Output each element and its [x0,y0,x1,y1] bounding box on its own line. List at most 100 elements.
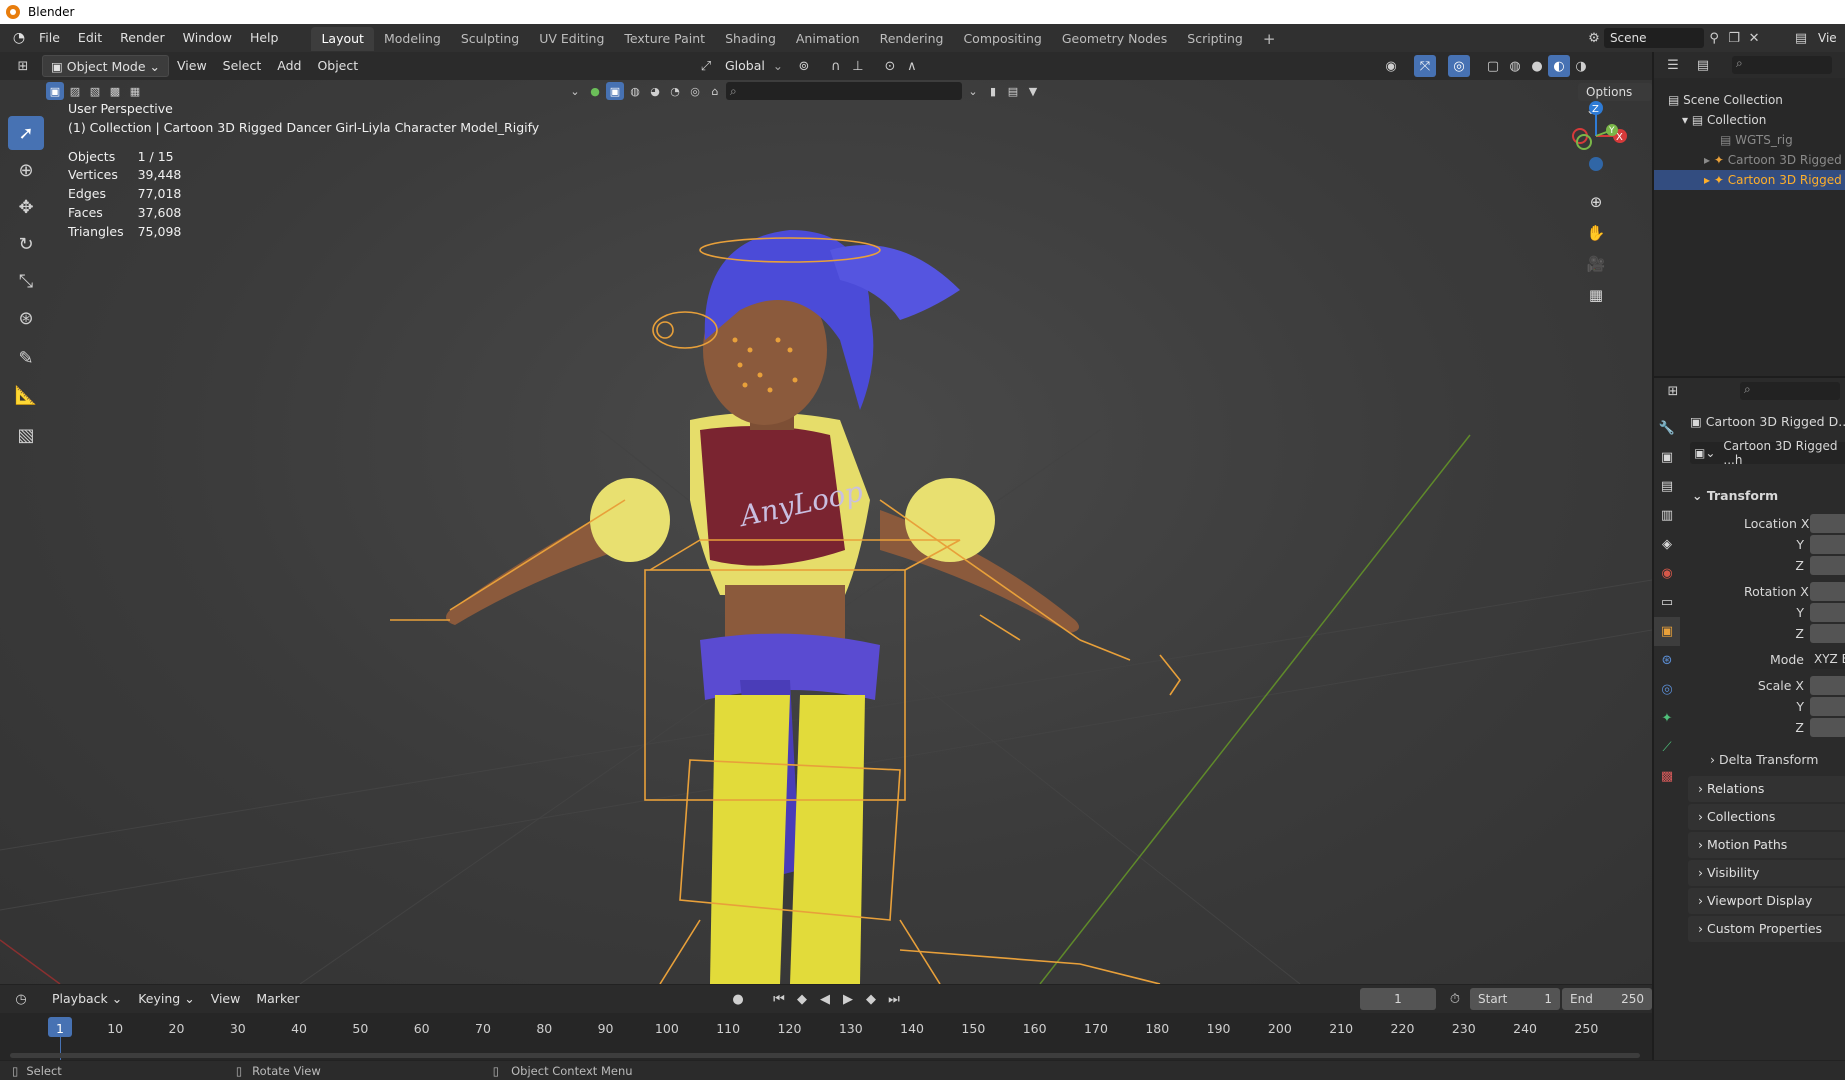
orientation-dropdown[interactable]: Global [717,55,773,77]
xray-icon[interactable]: ▢ [1482,55,1504,77]
play-icon[interactable]: ▶ [837,988,859,1010]
character-model[interactable]: AnyLoop [390,230,1181,984]
gizmo-toggle-icon[interactable]: ⤧ [1414,55,1436,77]
select-box-tool-icon[interactable]: ➚ [8,116,44,150]
properties-editor-type-icon[interactable]: ⊞ [1662,380,1684,402]
proportional-edit-icon[interactable]: ⊙ [879,55,901,77]
menu-file[interactable]: File [30,24,69,52]
menu-object[interactable]: Object [309,55,366,77]
data-name-field[interactable]: ▣⌄ Cartoon 3D Rigged ...h [1690,439,1845,467]
shading-material-icon[interactable]: ◐ [1548,55,1570,77]
transform-panel-header[interactable]: ⌄ Transform [1692,488,1778,503]
rotation-y-field[interactable] [1810,603,1845,622]
outliner-collection[interactable]: ▾ ▤ Collection [1654,110,1845,130]
rotation-z-field[interactable] [1810,624,1845,643]
menu-playback[interactable]: Playback ⌄ [44,988,130,1010]
panel-visibility[interactable]: › Visibility [1688,860,1845,886]
texture-tab-icon[interactable]: ▩ [1654,762,1680,791]
zoom-icon[interactable]: ⊕ [1582,188,1610,216]
ortho-grid-icon[interactable]: ▦ [1582,281,1610,309]
delete-scene-icon[interactable]: ✕ [1744,27,1764,49]
scene-name-field[interactable]: Scene [1603,28,1705,48]
shading-wireframe-icon[interactable]: ◍ [1504,55,1526,77]
outliner-item-selected[interactable]: ▸ ✦ Cartoon 3D Rigged D [1654,170,1845,190]
measure-tool-icon[interactable]: 📐 [8,378,44,412]
camera-view-icon[interactable]: 🎥 [1582,250,1610,278]
menu-marker[interactable]: Marker [248,988,307,1010]
outliner-editor-type-icon[interactable]: ☰ [1662,54,1684,76]
tab-layout[interactable]: Layout [311,27,374,51]
menu-help[interactable]: Help [241,24,288,52]
object-name-row[interactable]: ▣ Cartoon 3D Rigged D...h [1690,414,1845,429]
pan-hand-icon[interactable]: ✋ [1582,219,1610,247]
armature-data-tab-icon[interactable]: ✦ [1654,704,1680,733]
menu-render[interactable]: Render [111,24,174,52]
axis-gizmo[interactable]: Z X Y [1560,98,1640,178]
snap-target-icon[interactable]: ⊥ [847,55,869,77]
menu-add[interactable]: Add [269,55,309,77]
tab-texture-paint[interactable]: Texture Paint [614,27,715,51]
prev-keyframe-icon[interactable]: ◆ [791,988,813,1010]
record-icon[interactable]: ● [727,988,749,1010]
tool-tab-icon[interactable]: 🔧 [1654,414,1680,443]
menu-keying[interactable]: Keying ⌄ [130,988,202,1010]
annotate-tool-icon[interactable]: ✎ [8,341,44,375]
world-tab-icon[interactable]: ◉ [1654,559,1680,588]
display-mode-icon[interactable]: ▤ [1692,54,1714,76]
frame-ruler[interactable]: 1 10 20 30 40 50 60 70 80 90 100 110 120 130 140 150 160… [0,1013,1652,1061]
cursor-tool-icon[interactable]: ⊕ [8,153,44,187]
panel-collections[interactable]: › Collections [1688,804,1845,830]
3d-viewport[interactable]: ▣ ▨ ▧ ▩ ▦ ⌄ ● ▣ ◍ ◕ ◔ ◎ ⌂ ⌕ ⌄ ▮ ▤ ▼ Opti… [0,80,1652,984]
scale-z-field[interactable] [1810,718,1845,737]
outliner-scene-collection[interactable]: ▤ Scene Collection [1654,90,1845,110]
scale-tool-icon[interactable]: ⤡ [8,264,44,298]
jump-end-icon[interactable]: ⏭ [883,988,905,1010]
end-frame-field[interactable]: End 250 [1562,988,1652,1010]
pivot-icon[interactable]: ⊚ [793,55,815,77]
tab-animation[interactable]: Animation [786,27,870,51]
scene-tab-icon[interactable]: ◈ [1654,530,1680,559]
new-scene-icon[interactable]: ❐ [1724,27,1744,49]
panel-relations[interactable]: › Relations [1688,776,1845,802]
tab-rendering[interactable]: Rendering [870,27,954,51]
panel-custom-properties[interactable]: › Custom Properties [1688,916,1845,942]
menu-view[interactable]: View [169,55,215,77]
snap-icon[interactable]: ∩ [825,55,847,77]
add-cube-tool-icon[interactable]: ▧ [8,418,44,452]
timeline-scrollbar[interactable] [10,1053,1640,1058]
overlay-toggle-icon[interactable]: ◎ [1448,55,1470,77]
view-layer-icon[interactable]: ▤ [1790,27,1812,49]
blender-menu-icon[interactable]: ◔ [8,27,30,49]
navigation-gizmo[interactable]: Z X Y ⊕ ✋ 🎥 ▦ [1560,98,1640,304]
scene-selector-icon[interactable]: ⚙ [1584,27,1604,49]
location-y-field[interactable] [1810,535,1845,554]
collection-tab-icon[interactable]: ▭ [1654,588,1680,617]
next-keyframe-icon[interactable]: ◆ [860,988,882,1010]
move-tool-icon[interactable]: ✥ [8,190,44,224]
start-frame-field[interactable]: Start 1 [1470,988,1560,1010]
object-tab-icon[interactable]: ▣ [1654,617,1680,646]
properties-search-input[interactable]: ⌕ [1740,382,1840,400]
rotate-tool-icon[interactable]: ↻ [8,227,44,261]
menu-select[interactable]: Select [215,55,270,77]
jump-start-icon[interactable]: ⏮ [768,988,790,1010]
rotation-mode-dropdown[interactable]: XYZ E [1810,650,1845,669]
tab-uv-editing[interactable]: UV Editing [529,27,614,51]
visibility-icon[interactable]: ◉ [1380,55,1402,77]
menu-edit[interactable]: Edit [69,24,111,52]
outliner-item-wgts[interactable]: ▤ WGTS_rig [1654,130,1845,150]
modifier-tab-icon[interactable]: ⊛ [1654,646,1680,675]
view-layer-field[interactable]: Vie [1818,31,1837,45]
panel-viewport-display[interactable]: › Viewport Display [1688,888,1845,914]
shading-solid-icon[interactable]: ● [1526,55,1548,77]
scale-y-field[interactable] [1810,697,1845,716]
outliner-item-rig[interactable]: ▸ ✦ Cartoon 3D Rigged D [1654,150,1845,170]
transform-tool-icon[interactable]: ⊛ [8,301,44,335]
editor-type-icon[interactable]: ⊞ [12,55,34,77]
tab-compositing[interactable]: Compositing [953,27,1051,51]
location-x-field[interactable] [1810,514,1845,533]
add-workspace-icon[interactable]: + [1253,27,1286,51]
tab-geometry-nodes[interactable]: Geometry Nodes [1052,27,1177,51]
outliner-search-input[interactable]: ⌕ [1732,56,1832,74]
physics-tab-icon[interactable]: ◎ [1654,675,1680,704]
